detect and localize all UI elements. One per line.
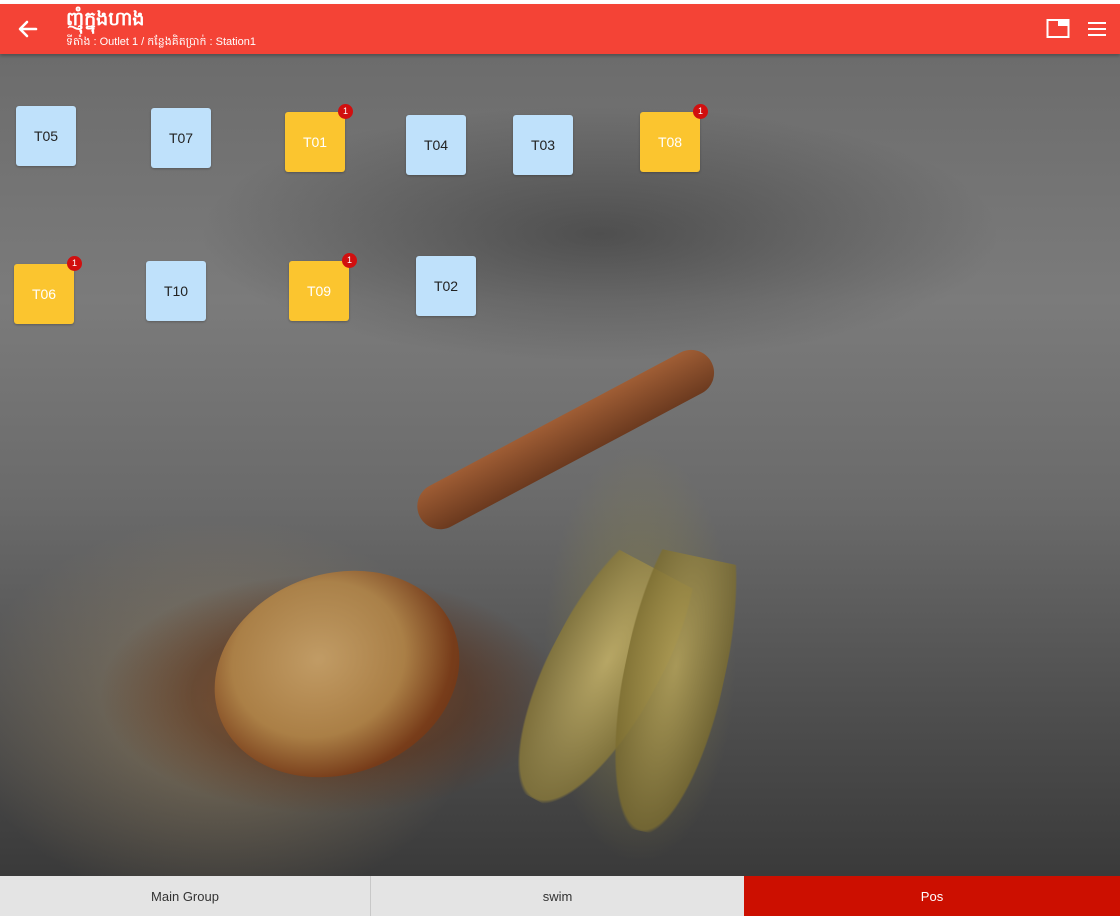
menu-button[interactable]	[1086, 19, 1108, 39]
table-label: T02	[433, 278, 459, 294]
order-count-badge: 1	[693, 104, 708, 119]
table-t08[interactable]: T08 1	[640, 104, 708, 172]
back-button[interactable]	[12, 14, 44, 44]
order-count-badge: 1	[67, 256, 82, 271]
tab-swim[interactable]: swim	[371, 876, 744, 916]
order-count-badge: 1	[338, 104, 353, 119]
table-t05[interactable]: T05	[16, 106, 76, 166]
table-label: T08	[657, 134, 683, 150]
table-label: T07	[168, 130, 194, 146]
app-header: ញុំក្នុងហាង ទីតាំង : Outlet 1 / កន្លែងគិ…	[0, 4, 1120, 54]
table-label: T10	[163, 283, 189, 299]
table-t02[interactable]: T02	[416, 256, 476, 316]
table-t01[interactable]: T01 1	[285, 104, 353, 172]
table-t04[interactable]: T04	[406, 115, 466, 175]
table-label: T01	[302, 134, 328, 150]
window-icon	[1046, 19, 1070, 38]
table-label: T09	[306, 283, 332, 299]
page-title: ញុំក្នុងហាង	[66, 8, 145, 30]
background-photo-spoon-handle	[409, 341, 723, 538]
group-tab-bar: Main Group swim Pos	[0, 876, 1120, 916]
table-t03[interactable]: T03	[513, 115, 573, 175]
arrow-left-icon	[18, 20, 38, 38]
order-count-badge: 1	[342, 253, 357, 268]
tab-main-group[interactable]: Main Group	[0, 876, 371, 916]
location-subtitle: ទីតាំង : Outlet 1 / កន្លែងគិតប្រាក់ : St…	[66, 36, 256, 48]
tab-pos[interactable]: Pos	[744, 876, 1120, 916]
table-floor-plan: T05 T07 T01 1 T04 T03 T08 1 T06 1 T10 T0…	[0, 54, 1120, 876]
table-label: T06	[31, 286, 57, 302]
table-t10[interactable]: T10	[146, 261, 206, 321]
background-photo-spoon	[185, 537, 489, 811]
table-label: T03	[530, 137, 556, 153]
table-t07[interactable]: T07	[151, 108, 211, 168]
hamburger-menu-icon	[1088, 22, 1106, 36]
table-label: T04	[423, 137, 449, 153]
window-button[interactable]	[1046, 18, 1070, 40]
table-t06[interactable]: T06 1	[14, 256, 82, 324]
table-t09[interactable]: T09 1	[289, 253, 357, 321]
table-label: T05	[33, 128, 59, 144]
